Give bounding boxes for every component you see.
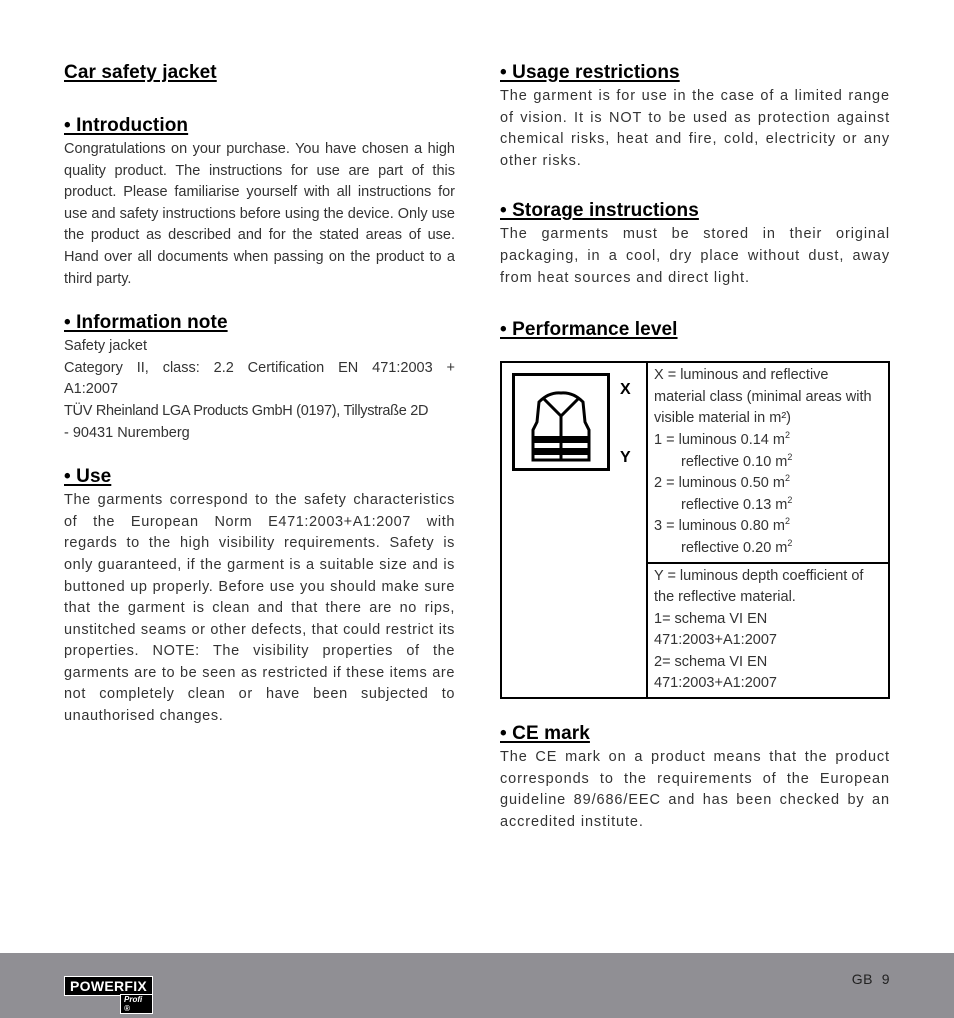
y-class-2-line2: 471:2003+A1:2007 [654,675,777,692]
usage-restrictions-body: The garment is for use in the case of a … [500,88,890,169]
use-body: The garments correspond to the safety ch… [64,492,455,725]
reflective-value: reflective 0.10 m [681,453,788,470]
luminous-value: luminous 0.14 m [678,431,785,448]
performance-table: X Y X = luminous and reflective material… [500,361,890,700]
safety-vest-icon [512,373,610,472]
ce-mark-body: The CE mark on a product means that the … [500,749,890,830]
x-class-2: 2 = luminous 0.50 m2 reflective 0.13 m2 [654,473,882,516]
info-line: TÜV Rheinland LGA Products GmbH (0197), … [64,402,429,419]
powerfix-logo: POWERFIX Profi ® [64,976,154,1014]
section-performance-level: • Performance level X Y X = luminous and… [500,317,890,700]
info-line: Category II, class: 2.2 Certification EN… [64,359,455,376]
page-number: GB 9 [851,971,890,987]
section-use: • Use The garments correspond to the saf… [64,464,455,728]
ce-mark-heading: • CE mark [500,723,590,745]
use-heading: • Use [64,466,112,488]
unit-exponent: 2 [784,430,790,441]
section-storage-instructions: • Storage instructions The garments must… [500,198,890,289]
document-title: Car safety jacket [64,62,217,83]
y-class-1-line1: 1= schema VI EN [654,610,768,627]
icon-label-y: Y [620,449,631,467]
information-note-heading: • Information note [64,312,228,334]
introduction-body: Congratulations on your purchase. You ha… [64,141,455,287]
brand-name: POWERFIX [64,976,154,996]
reflective-value: reflective 0.13 m [681,496,788,513]
x-class-cell: X = luminous and reflective material cla… [646,361,890,564]
usage-restrictions-heading: • Usage restrictions [500,62,680,83]
section-introduction: • Introduction Congratulations on your p… [64,113,455,290]
info-line: - 90431 Nuremberg [64,424,190,441]
y-description: Y = luminous depth coefficient of the re… [654,567,864,606]
brand-sub: Profi ® [120,994,154,1014]
storage-instructions-body: The garments must be stored in their ori… [500,226,890,286]
page-footer: POWERFIX Profi ® GB 9 [0,953,954,1018]
reflective-value: reflective 0.20 m [681,539,788,556]
unit-exponent: 2 [787,538,793,549]
class-prefix: 1 = [654,431,679,448]
luminous-value: luminous 0.80 m [678,518,785,535]
x-class-1: 1 = luminous 0.14 m2 reflective 0.10 m2 [654,430,882,473]
performance-level-heading: • Performance level [500,319,678,341]
unit-exponent: 2 [787,451,793,462]
info-line: A1:2007 [64,381,119,398]
introduction-heading: • Introduction [64,115,189,136]
class-prefix: 2 = [654,475,679,492]
section-ce-mark: • CE mark The CE mark on a product means… [500,721,890,833]
icon-label-x: X [620,381,631,399]
y-class-cell: Y = luminous depth coefficient of the re… [646,561,890,700]
right-column: • Usage restrictions The garment is for … [500,60,890,853]
x-description: X = luminous and reflective material cla… [654,367,872,427]
section-information-note: • Information note Safety jacket Categor… [64,310,455,444]
section-usage-restrictions: • Usage restrictions The garment is for … [500,60,890,172]
info-line: Safety jacket [64,338,148,355]
y-class-2-line1: 2= schema VI EN [654,653,768,670]
left-column: Car safety jacket • Introduction Congrat… [64,60,455,748]
storage-instructions-heading: • Storage instructions [500,200,699,222]
y-class-1-line2: 471:2003+A1:2007 [654,632,777,649]
class-prefix: 3 = [654,518,679,535]
unit-exponent: 2 [784,516,790,527]
icon-cell: X Y [500,361,648,700]
x-class-3: 3 = luminous 0.80 m2 reflective 0.20 m2 [654,516,882,559]
luminous-value: luminous 0.50 m [678,475,785,492]
unit-exponent: 2 [784,473,790,484]
unit-exponent: 2 [787,494,793,505]
